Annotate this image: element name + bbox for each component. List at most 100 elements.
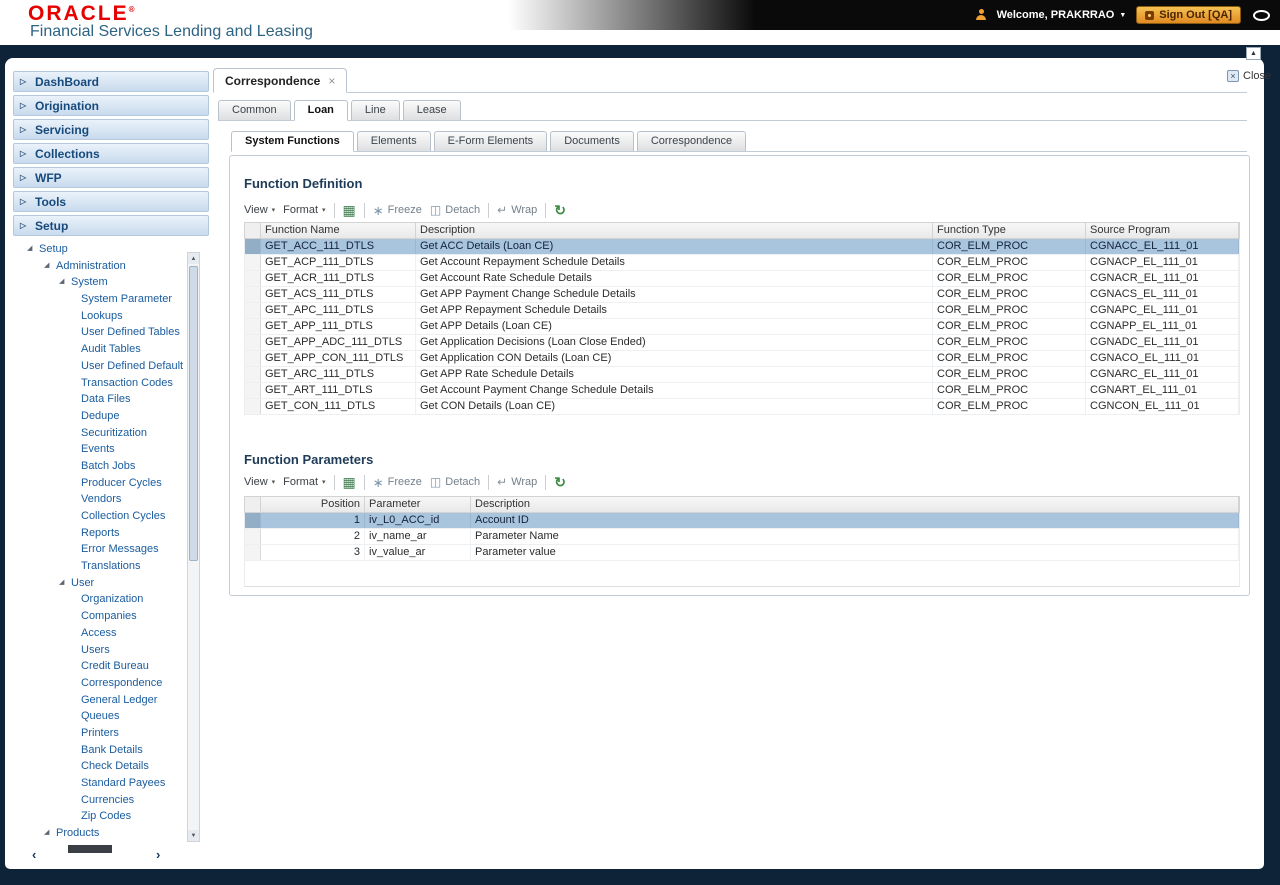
tree-item[interactable]: ◢ Error Messages: [13, 541, 209, 558]
row-selector[interactable]: [245, 271, 261, 286]
tab-close-icon[interactable]: ×: [328, 74, 335, 88]
format-menu[interactable]: Format ▾: [283, 204, 325, 216]
row-selector[interactable]: [245, 287, 261, 302]
sub-tab[interactable]: E-Form Elements: [433, 131, 548, 151]
export-to-excel-icon[interactable]: ▦: [343, 475, 356, 489]
tree-item[interactable]: ◢ Credit Bureau: [13, 658, 209, 675]
tree-item[interactable]: ◢ Companies: [13, 608, 209, 625]
function-row[interactable]: GET_APP_ADC_111_DTLS Get Application Dec…: [245, 335, 1239, 351]
freeze-button[interactable]: ∗ Freeze: [373, 476, 422, 489]
tree-item[interactable]: ◢ Securitization: [13, 425, 209, 442]
tree-item[interactable]: ◢ Users: [13, 642, 209, 659]
tree-item[interactable]: ◢ System: [13, 274, 209, 291]
view-menu[interactable]: View ▾: [244, 476, 275, 488]
column-header[interactable]: Description: [416, 223, 933, 238]
sidebar-section[interactable]: ▷ Origination: [13, 95, 209, 116]
tree-item[interactable]: ◢ System Parameter: [13, 291, 209, 308]
function-row[interactable]: GET_ACP_111_DTLS Get Account Repayment S…: [245, 255, 1239, 271]
scroll-left-icon[interactable]: ‹: [32, 847, 36, 862]
header-oval-icon[interactable]: [1253, 9, 1270, 21]
tree-item[interactable]: ◢ Producer Cycles: [13, 475, 209, 492]
row-selector[interactable]: [245, 239, 261, 254]
function-row[interactable]: GET_ACR_111_DTLS Get Account Rate Schedu…: [245, 271, 1239, 287]
tree-item[interactable]: ◢ General Ledger: [13, 692, 209, 709]
wrap-button[interactable]: ↵ Wrap: [497, 204, 537, 216]
function-row[interactable]: GET_ACS_111_DTLS Get APP Payment Change …: [245, 287, 1239, 303]
sub-tab[interactable]: System Functions: [231, 131, 354, 152]
tree-scrollbar[interactable]: ▲ ▼: [187, 252, 200, 842]
parameter-row[interactable]: 3 iv_value_ar Parameter value: [245, 545, 1239, 561]
detach-button[interactable]: ◫ Detach: [430, 476, 480, 488]
expanded-node-icon[interactable]: ◢: [59, 274, 71, 291]
tree-item[interactable]: ◢ Data Files: [13, 391, 209, 408]
tree-item[interactable]: ◢ Products: [13, 825, 209, 842]
column-header[interactable]: Function Name: [261, 223, 416, 238]
tree-item[interactable]: ◢ Setup: [13, 241, 209, 258]
column-header[interactable]: Description: [471, 497, 1239, 512]
row-selector[interactable]: [245, 335, 261, 350]
expanded-node-icon[interactable]: ◢: [27, 241, 39, 258]
scroll-right-icon[interactable]: ›: [156, 847, 160, 862]
function-row[interactable]: GET_ACC_111_DTLS Get ACC Details (Loan C…: [245, 239, 1239, 255]
column-header[interactable]: Position: [261, 497, 365, 512]
sidebar-section-setup[interactable]: ▷ Setup: [13, 215, 209, 236]
row-selector[interactable]: [245, 351, 261, 366]
sidebar-section[interactable]: ▷ WFP: [13, 167, 209, 188]
module-tab[interactable]: Lease: [402, 100, 461, 120]
wrap-button[interactable]: ↵ Wrap: [497, 476, 537, 488]
sub-tab[interactable]: Correspondence: [636, 131, 747, 151]
tree-item[interactable]: ◢ Correspondence: [13, 675, 209, 692]
tree-item[interactable]: ◢ Audit Tables: [13, 341, 209, 358]
row-selector[interactable]: [245, 303, 261, 318]
column-header[interactable]: Source Program: [1086, 223, 1239, 238]
tree-item[interactable]: ◢ Reports: [13, 525, 209, 542]
tree-item[interactable]: ◢ Printers: [13, 725, 209, 742]
freeze-button[interactable]: ∗ Freeze: [373, 204, 422, 217]
tree-item[interactable]: ◢ Bank Details: [13, 742, 209, 759]
format-menu[interactable]: Format ▾: [283, 476, 325, 488]
row-selector[interactable]: [245, 383, 261, 398]
tree-item[interactable]: ◢ Zip Codes: [13, 808, 209, 825]
tree-item[interactable]: ◢ Transaction Codes: [13, 375, 209, 392]
function-row[interactable]: GET_APP_CON_111_DTLS Get Application CON…: [245, 351, 1239, 367]
tree-item[interactable]: ◢ Administration: [13, 258, 209, 275]
sidebar-section[interactable]: ▷ Collections: [13, 143, 209, 164]
tree-item[interactable]: ◢ Vendors: [13, 491, 209, 508]
tree-item[interactable]: ◢ Collection Cycles: [13, 508, 209, 525]
sidebar-section[interactable]: ▷ Servicing: [13, 119, 209, 140]
tree-item[interactable]: ◢ Access: [13, 625, 209, 642]
welcome-user-menu[interactable]: Welcome, PRAKRRAO ▼: [997, 9, 1127, 21]
row-selector[interactable]: [245, 319, 261, 334]
detach-button[interactable]: ◫ Detach: [430, 204, 480, 216]
sign-out-button[interactable]: Sign Out [QA]: [1136, 6, 1241, 24]
tree-item[interactable]: ◢ Standard Payees: [13, 775, 209, 792]
tree-item[interactable]: ◢ User: [13, 575, 209, 592]
sidebar-section[interactable]: ▷ DashBoard: [13, 71, 209, 92]
tree-item[interactable]: ◢ Queues: [13, 708, 209, 725]
refresh-icon[interactable]: ↻: [554, 203, 566, 217]
column-header[interactable]: Function Type: [933, 223, 1086, 238]
tree-item[interactable]: ◢ User Defined Tables: [13, 324, 209, 341]
row-selector[interactable]: [245, 399, 261, 414]
sub-tab[interactable]: Elements: [356, 131, 431, 151]
row-selector[interactable]: [245, 529, 261, 544]
function-row[interactable]: GET_ARC_111_DTLS Get APP Rate Schedule D…: [245, 367, 1239, 383]
function-row[interactable]: GET_ART_111_DTLS Get Account Payment Cha…: [245, 383, 1239, 399]
function-row[interactable]: GET_APC_111_DTLS Get APP Repayment Sched…: [245, 303, 1239, 319]
expanded-node-icon[interactable]: ◢: [44, 825, 56, 842]
module-tab[interactable]: Line: [350, 100, 400, 120]
tree-item[interactable]: ◢ Currencies: [13, 792, 209, 809]
parameter-row[interactable]: 2 iv_name_ar Parameter Name: [245, 529, 1239, 545]
row-selector[interactable]: [245, 367, 261, 382]
function-row[interactable]: GET_APP_111_DTLS Get APP Details (Loan C…: [245, 319, 1239, 335]
tree-item[interactable]: ◢ Organization: [13, 591, 209, 608]
tree-item-clipped[interactable]: [68, 845, 112, 853]
expanded-node-icon[interactable]: ◢: [44, 258, 56, 275]
tree-item[interactable]: ◢ Check Details: [13, 758, 209, 775]
tree-item[interactable]: ◢ Translations: [13, 558, 209, 575]
tree-item[interactable]: ◢ Dedupe: [13, 408, 209, 425]
expanded-node-icon[interactable]: ◢: [59, 575, 71, 592]
module-tab[interactable]: Loan: [293, 100, 348, 121]
view-menu[interactable]: View ▾: [244, 204, 275, 216]
function-row[interactable]: GET_CON_111_DTLS Get CON Details (Loan C…: [245, 399, 1239, 415]
